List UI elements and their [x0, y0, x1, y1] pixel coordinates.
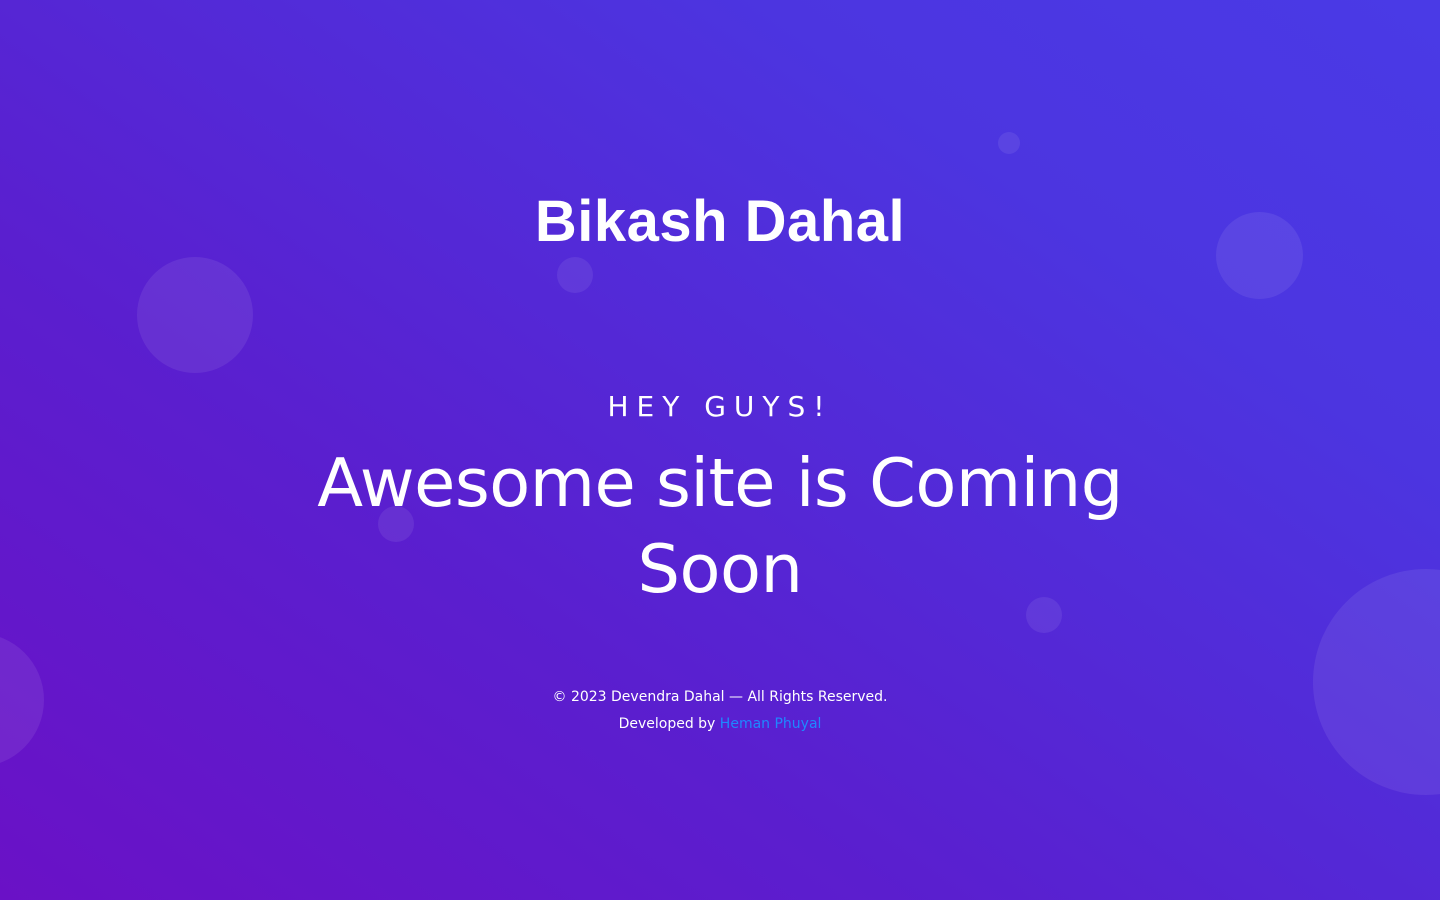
developer-link[interactable]: Heman Phuyal [720, 716, 822, 732]
decorative-bubble [557, 257, 593, 293]
footer-copyright: © 2023 Devendra Dahal — All Rights Reser… [552, 689, 888, 705]
decorative-bubble [1313, 569, 1440, 795]
footer-credit: Developed by Heman Phuyal [0, 711, 1440, 738]
decorative-bubble [137, 257, 253, 373]
coming-soon-page: Bikash Dahal HEY GUYS! Awesome site is C… [0, 0, 1440, 900]
site-logo: Bikash Dahal [534, 189, 906, 254]
footer: © 2023 Devendra Dahal — All Rights Reser… [0, 684, 1440, 738]
hero-eyebrow: HEY GUYS! [607, 390, 833, 423]
hero-headline: Awesome site is Coming Soon [317, 444, 1123, 608]
decorative-bubble [998, 132, 1020, 154]
footer-credit-prefix: Developed by [618, 716, 716, 732]
